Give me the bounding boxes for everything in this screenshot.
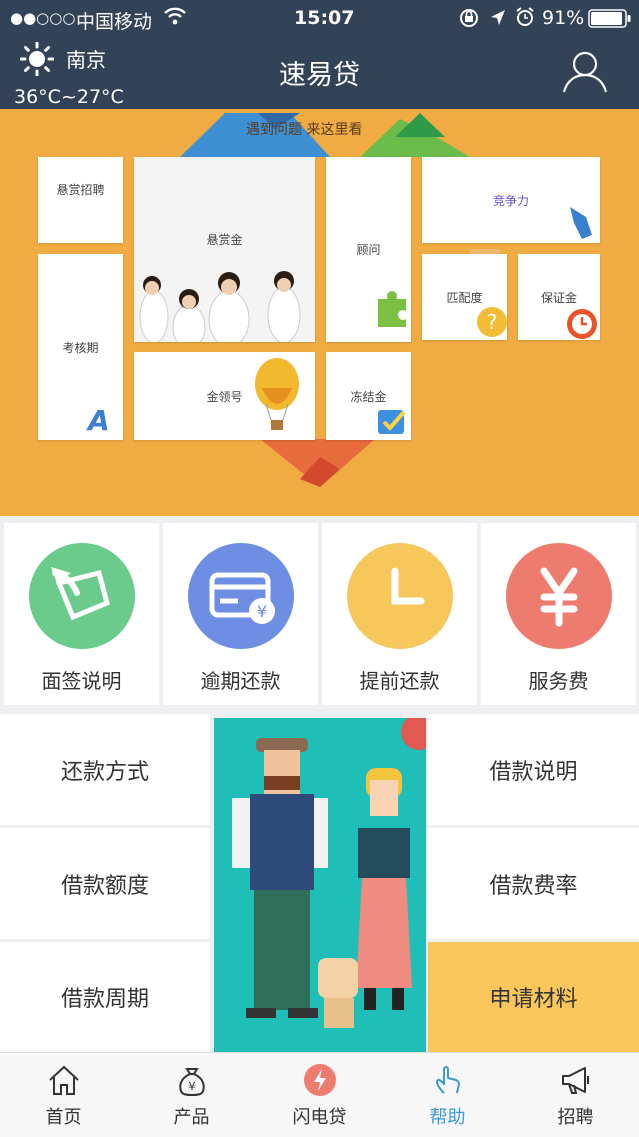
card-yen-icon: ¥ <box>188 543 294 649</box>
lightning-icon <box>304 1064 336 1096</box>
svg-text:¥: ¥ <box>189 1080 196 1093</box>
svg-text:?: ? <box>487 310 498 334</box>
faq-grid: 还款方式 借款额度 借款周期 借款说明 借款费率 申请材料 <box>0 714 639 1052</box>
tab-label: 招聘 <box>557 1107 594 1128</box>
money-bag-icon: ¥ <box>179 1068 205 1097</box>
tailor-couple-illustration <box>232 718 426 1028</box>
status-bar: ●●○○○ 中国移动 15:07 91% <box>0 0 639 36</box>
rotation-lock-icon <box>458 8 480 33</box>
tile-label: 考核期 <box>62 340 99 355</box>
grade-a-icon: A <box>88 404 110 437</box>
tab-home[interactable]: 首页 <box>0 1053 127 1137</box>
quick-item-label: 服务费 <box>528 669 589 693</box>
question-icon: ? <box>477 307 507 337</box>
faq-label: 借款周期 <box>60 987 149 1012</box>
tile-label: 冻结金 <box>350 389 387 404</box>
megaphone-icon <box>562 1067 589 1094</box>
illustration-couple <box>214 718 426 1052</box>
tile-deposit[interactable]: 保证金 <box>518 254 600 340</box>
tab-recruit[interactable]: 招聘 <box>512 1053 639 1137</box>
quick-item-prepay[interactable]: 提前还款 <box>322 523 477 705</box>
tile-assessment-period[interactable]: 考核期 A <box>38 254 123 440</box>
faq-label: 申请材料 <box>489 987 578 1012</box>
tile-frozen-funds[interactable]: 冻结金 <box>326 352 411 440</box>
tile-gold-account[interactable]: 金领号 <box>134 352 315 440</box>
hand-pointer-icon <box>436 1066 460 1094</box>
quick-item-label: 提前还款 <box>359 669 440 693</box>
tab-label: 首页 <box>45 1107 82 1128</box>
tab-help[interactable]: 帮助 <box>384 1053 511 1137</box>
tab-label: 产品 <box>173 1107 210 1128</box>
quick-item-label: 逾期还款 <box>200 669 281 693</box>
tile-label: 悬赏金 <box>206 233 243 247</box>
svg-text:¥: ¥ <box>257 602 267 621</box>
tab-label: 闪电贷 <box>292 1107 347 1128</box>
team-photo-icon <box>139 271 301 342</box>
faq-label: 借款额度 <box>60 873 149 899</box>
tab-label: 帮助 <box>429 1107 466 1128</box>
tile-competitiveness[interactable]: 竞争力 <box>422 157 600 243</box>
alarm-clock-icon <box>567 309 597 339</box>
faq-label: 还款方式 <box>60 759 149 785</box>
help-banner[interactable]: 遇到问题 来这里看 悬赏招聘 悬赏金 顾问 竞争力 考核期 A 匹配度 ? 保证… <box>0 109 639 516</box>
yen-icon <box>506 543 612 649</box>
faq-loan-term[interactable]: 借款周期 <box>0 942 210 1052</box>
quick-actions: 面签说明 ¥ 逾期还款 提前还款 服务费 <box>0 523 639 707</box>
quick-item-interview[interactable]: 面签说明 <box>4 523 159 705</box>
location-arrow-icon <box>489 8 507 33</box>
clock-icon <box>347 543 453 649</box>
wifi-icon <box>163 6 187 31</box>
battery-percent: 91% <box>542 7 585 29</box>
quick-item-label: 面签说明 <box>41 669 122 693</box>
user-profile-icon[interactable] <box>562 50 608 98</box>
tile-label: 顾问 <box>356 243 381 257</box>
clock-time: 15:07 <box>294 7 355 29</box>
quick-item-service-fee[interactable]: 服务费 <box>481 523 636 705</box>
faq-loan-amount[interactable]: 借款额度 <box>0 828 210 939</box>
tile-label: 悬赏招聘 <box>56 183 105 197</box>
tie-icon <box>570 207 592 239</box>
faq-loan-description[interactable]: 借款说明 <box>428 714 639 825</box>
tile-label: 匹配度 <box>446 290 483 305</box>
tile-match-degree[interactable]: 匹配度 ? <box>422 254 507 340</box>
puzzle-icon <box>378 291 406 327</box>
quick-item-overdue[interactable]: ¥ 逾期还款 <box>163 523 318 705</box>
home-icon <box>49 1065 79 1095</box>
signal-strength: ●●○○○ <box>10 9 76 27</box>
battery-icon <box>588 9 632 34</box>
banner-slogan: 遇到问题 来这里看 <box>246 122 363 138</box>
faq-application-materials[interactable]: 申请材料 <box>428 942 639 1052</box>
nav-header: 南京 36°C~27°C 速易贷 <box>0 36 639 109</box>
tile-label: 保证金 <box>540 290 577 305</box>
tile-label: 竞争力 <box>492 193 529 208</box>
tab-flash-loan[interactable]: 闪电贷 <box>256 1053 383 1137</box>
hot-air-balloon-icon <box>255 358 299 430</box>
faq-repayment-method[interactable]: 还款方式 <box>0 714 210 825</box>
tile-advisor[interactable]: 顾问 <box>326 157 411 342</box>
carrier-name: 中国移动 <box>76 11 153 33</box>
bottom-tab-bar: 首页 ¥ 产品 闪电贷 帮助 招聘 <box>0 1052 639 1137</box>
faq-label: 借款费率 <box>489 873 578 899</box>
alarm-icon <box>515 7 535 32</box>
checkbox-icon <box>378 410 406 434</box>
tile-label: 金领号 <box>206 389 243 404</box>
tab-products[interactable]: ¥ 产品 <box>128 1053 255 1137</box>
page-title: 速易贷 <box>279 60 360 91</box>
tile-reward-money[interactable]: 悬赏金 <box>134 157 315 342</box>
signature-icon <box>29 543 135 649</box>
faq-label: 借款说明 <box>489 759 578 785</box>
tile-reward-recruit[interactable]: 悬赏招聘 <box>38 157 123 243</box>
faq-loan-rate[interactable]: 借款费率 <box>428 828 639 939</box>
